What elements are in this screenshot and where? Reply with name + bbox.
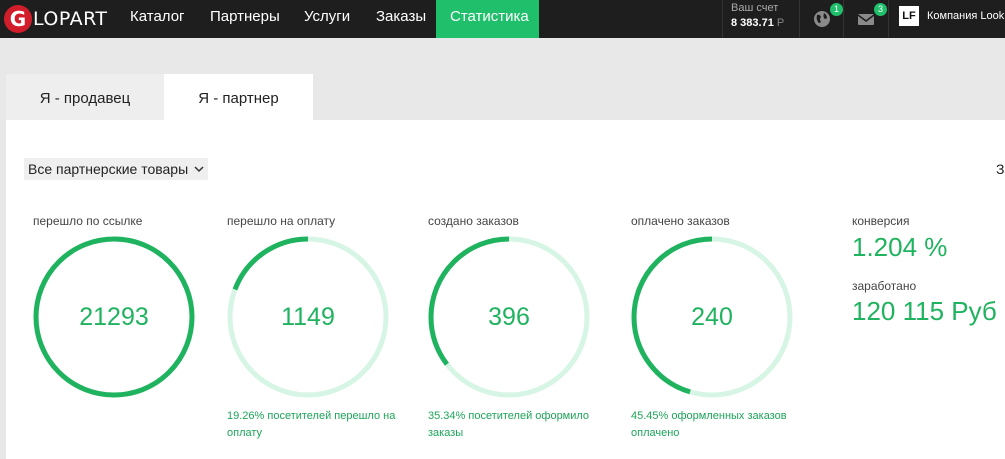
conversion-label: конверсия — [852, 214, 910, 228]
nav-statistics[interactable]: Статистика — [436, 0, 539, 38]
nav-orders[interactable]: Заказы — [362, 0, 440, 38]
metric-value-to-payment: 1149 — [281, 303, 335, 331]
top-navbar: G LOPART Каталог Партнеры Услуги Заказы … — [0, 0, 1005, 38]
globe-button[interactable]: 1 — [799, 0, 843, 38]
metric-value-orders-created: 396 — [488, 303, 530, 331]
edge-text: З — [996, 161, 1005, 177]
tab-partner[interactable]: Я - партнер — [164, 74, 313, 120]
metric-label-orders-created: создано заказов — [428, 214, 519, 228]
nav-services[interactable]: Услуги — [290, 0, 364, 38]
company-menu[interactable]: LF Компания Look — [888, 0, 1005, 38]
account-label: Ваш счет — [731, 2, 779, 14]
metric-label-to-payment: перешло на оплату — [227, 214, 336, 228]
nav-partners[interactable]: Партнеры — [196, 0, 294, 38]
metric-value-clicks: 21293 — [79, 303, 149, 331]
earned-label: заработано — [852, 279, 917, 293]
product-filter-dropdown[interactable]: Все партнерские товары — [24, 158, 209, 180]
product-filter-label: Все партнерские товары — [28, 161, 189, 177]
conversion-value: 1.204 % — [852, 232, 948, 262]
logo-g-icon: G — [4, 5, 32, 33]
metric-note-orders-created: 35.34% посетителей оформило заказы — [428, 410, 590, 439]
metric-note-orders-paid: 45.45% оформленных заказов оплачено — [631, 410, 787, 439]
metric-label-orders-paid: оплачено заказов — [631, 214, 730, 228]
metric-value-orders-paid: 240 — [691, 303, 733, 331]
globe-badge: 1 — [830, 3, 843, 16]
mail-button[interactable]: 3 — [843, 0, 887, 38]
company-logo: LF — [899, 6, 919, 26]
nav-catalog[interactable]: Каталог — [116, 0, 199, 38]
chevron-down-icon — [194, 165, 204, 172]
metric-note-to-payment: 19.26% посетителей перешло на оплату — [227, 410, 396, 439]
earned-value: 120 115 Руб — [852, 296, 997, 326]
tab-seller[interactable]: Я - продавец — [6, 74, 164, 120]
account-balance[interactable]: Ваш счет 8 383.71 Р — [722, 0, 799, 38]
metric-label-clicks: перешло по ссылке — [33, 214, 143, 228]
mail-badge: 3 — [874, 3, 887, 16]
mail-icon — [857, 14, 875, 25]
globe-icon — [814, 11, 830, 27]
logo[interactable]: G LOPART — [4, 4, 108, 34]
statistics-panel: Все партнерские товары З перешло по ссыл… — [6, 120, 1005, 459]
logo-text: LOPART — [33, 8, 108, 30]
company-name: Компания Look — [927, 10, 1005, 22]
account-value: 8 383.71 Р — [731, 17, 785, 29]
